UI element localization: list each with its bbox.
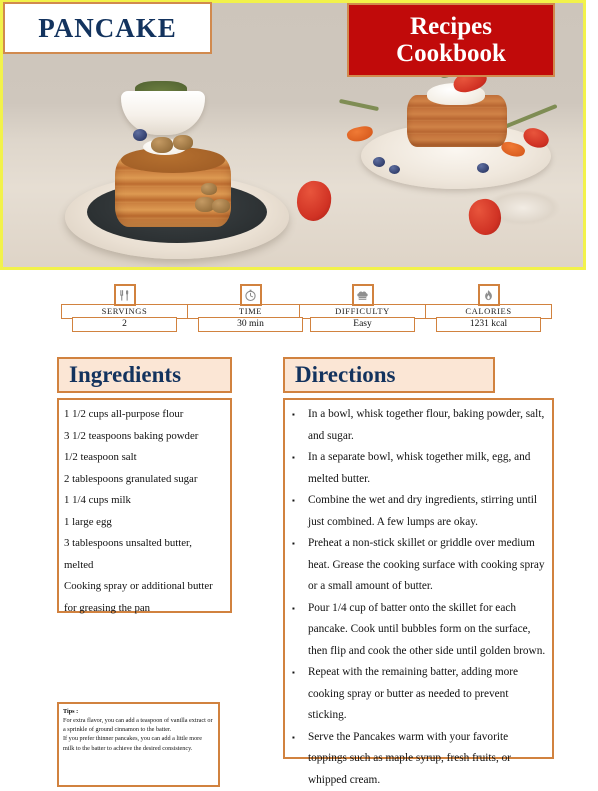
directions-panel: In a bowl, whisk together flour, baking …	[283, 398, 554, 786]
blueberry	[133, 129, 147, 141]
list-item: 1 large egg	[64, 515, 112, 528]
list-item: In a separate bowl, whisk together milk,…	[290, 447, 546, 490]
blueberry	[389, 165, 400, 174]
chef-hat-icon	[351, 284, 374, 306]
ingredients-panel: 1 1/2 cups all-purpose flour 3 1/2 teasp…	[57, 398, 232, 614]
recipe-title-box: PANCAKE	[3, 2, 212, 54]
list-item: Preheat a non-stick skillet or griddle o…	[290, 533, 546, 598]
walnut	[201, 183, 217, 195]
cookbook-badge: Recipes Cookbook	[347, 3, 555, 77]
herb-sprig-icon	[500, 103, 558, 131]
list-item: 1 1/2 cups all-purpose flour	[64, 408, 184, 420]
ingredients-header: Ingredients	[57, 357, 232, 393]
tips-panel: Tips : For extra flavor, you can add a t…	[57, 702, 220, 787]
ingredients-heading: Ingredients	[69, 362, 182, 387]
list-item: for greasing the pan	[64, 601, 151, 614]
flame-icon	[477, 284, 500, 306]
stat-value: 1231 kcal	[436, 317, 541, 332]
list-item: Combine the wet and dry ingredients, sti…	[290, 490, 546, 533]
list-item: 1/2 teaspoon salt	[64, 451, 137, 463]
clock-icon	[239, 284, 262, 306]
list-item: melted	[64, 558, 94, 571]
tips-title: Tips :	[63, 708, 79, 715]
list-item: Repeat with the remaining batter, adding…	[290, 662, 546, 727]
list-item: 2 tablespoons granulated sugar	[64, 472, 198, 485]
directions-list: In a bowl, whisk together flour, baking …	[290, 404, 546, 791]
walnut	[173, 135, 193, 150]
list-item: In a bowl, whisk together flour, baking …	[290, 404, 546, 447]
stat-value: 2	[72, 317, 177, 332]
directions-heading: Directions	[295, 362, 396, 387]
cutlery-icon	[113, 284, 136, 306]
list-item: 3 1/2 teaspoons baking powder	[64, 429, 199, 442]
list-item: 1 1/4 cups milk	[64, 494, 131, 506]
walnut	[212, 199, 230, 213]
tips-paragraph: If you prefer thinner pancakes, you can …	[63, 735, 202, 752]
stat-value: Easy	[310, 317, 415, 332]
stat-value: 30 min	[198, 317, 303, 332]
list-item: Serve the Pancakes warm with your favori…	[290, 727, 546, 791]
directions-header: Directions	[283, 357, 495, 393]
strawberry	[294, 178, 334, 224]
white-bowl	[121, 91, 205, 135]
list-item: Pour 1/4 cup of batter onto the skillet …	[290, 598, 546, 663]
page-title: PANCAKE	[38, 12, 177, 43]
blueberry	[477, 163, 489, 173]
tips-paragraph: For extra flavor, you can add a teaspoon…	[63, 717, 213, 734]
blueberry	[373, 157, 385, 167]
strawberry	[466, 196, 504, 238]
cookbook-line-1: Recipes	[410, 13, 492, 40]
cookbook-line-2: Cookbook	[396, 40, 506, 67]
recipe-stats-bar: SERVINGS 2 TIME 30 min DIFFICULTY Easy C…	[0, 284, 598, 340]
list-item: 3 tablespoons unsalted butter,	[64, 537, 192, 549]
list-item: Cooking spray or additional butter	[64, 580, 213, 592]
walnut	[151, 137, 173, 153]
herb-sprig-icon	[339, 98, 379, 112]
